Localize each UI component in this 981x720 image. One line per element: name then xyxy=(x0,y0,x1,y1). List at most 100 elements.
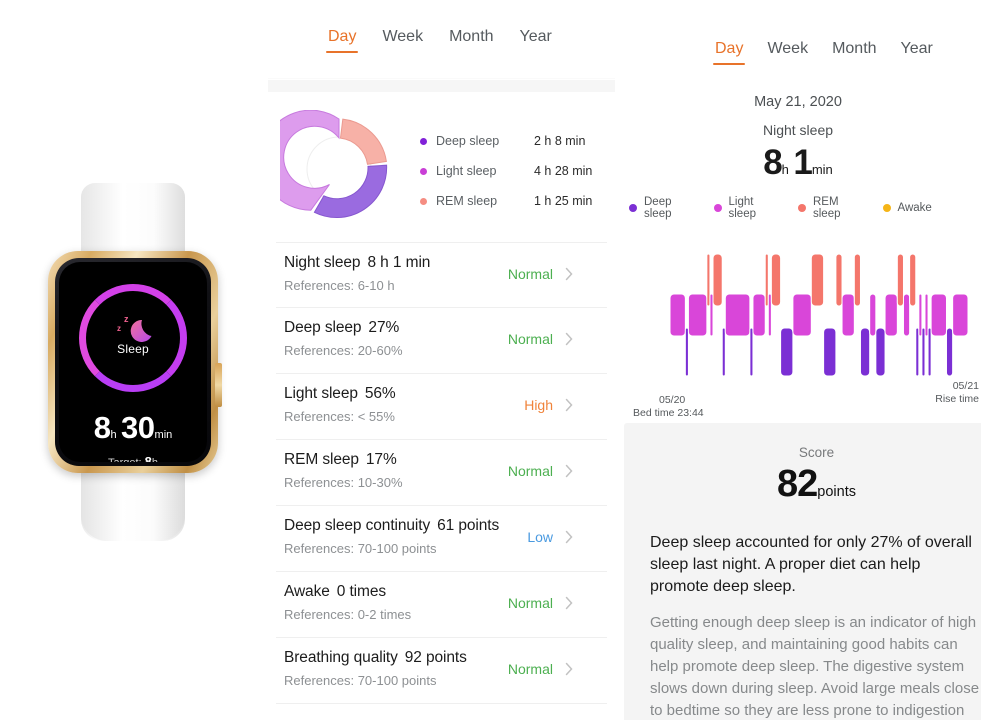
tab-year-right[interactable]: Year xyxy=(901,40,933,65)
watch-sleep-label: Sleep xyxy=(117,342,149,356)
metric-title: Awake 0 times xyxy=(284,583,607,601)
legend-value-light-sleep: 4 h 28 min xyxy=(534,164,593,178)
chevron-right-icon[interactable] xyxy=(565,332,573,351)
legend-item: Light sleep 4 h 28 min xyxy=(420,156,615,186)
watch-bezel: z z Sleep 8h 30min Target: 8h xyxy=(55,258,211,466)
chevron-right-icon[interactable] xyxy=(565,596,573,615)
sleep-advice-headline: Deep sleep accounted for only 27% of ove… xyxy=(650,534,972,595)
metric-name: Night sleep xyxy=(284,254,361,271)
chevron-right-icon[interactable] xyxy=(565,464,573,483)
table-row[interactable]: Awake 0 times References: 0-2 times Norma… xyxy=(276,572,607,638)
metric-value: 92 points xyxy=(404,649,467,666)
app-screenshot: z z Sleep 8h 30min Target: 8h xyxy=(0,0,981,720)
period-tabs-right: Day Week Month Year xyxy=(615,0,981,65)
legend-value-deep-sleep: 2 h 8 min xyxy=(534,134,586,148)
metric-title: REM sleep 17% xyxy=(284,451,607,469)
metric-reference: References: 70-100 points xyxy=(284,673,437,688)
metric-value: 0 times xyxy=(336,583,387,600)
metric-value: 61 points xyxy=(437,517,500,534)
tab-year[interactable]: Year xyxy=(520,28,552,53)
metric-value: 27% xyxy=(368,319,400,336)
rise-time-label: 05/21 Rise time xyxy=(935,380,979,406)
metric-reference: References: 6-10 h xyxy=(284,278,395,293)
donut-slice-deep-sleep xyxy=(313,164,388,218)
legend-dot-rem-sleep xyxy=(798,204,806,212)
duration-hours: 8 xyxy=(763,143,782,182)
hypnogram-legend: Deep sleep Light sleep REM sleep Awake xyxy=(615,196,981,220)
metric-name: Awake xyxy=(284,583,330,600)
section-divider xyxy=(268,78,615,92)
metric-title: Night sleep 8 h 1 min xyxy=(284,254,607,272)
chevron-right-icon[interactable] xyxy=(565,662,573,681)
legend-label-light-sleep: Light sleep xyxy=(728,196,757,220)
legend-label-awake: Awake xyxy=(897,202,932,214)
score-label: Score xyxy=(798,445,835,460)
table-row[interactable]: Night sleep 8 h 1 min References: 6-10 h … xyxy=(276,242,607,308)
table-row[interactable]: Deep sleep 27% References: 20-60% Normal xyxy=(276,308,607,374)
night-sleep-duration: 8h 1min xyxy=(615,143,981,183)
watch-duration-minutes: 30 xyxy=(121,410,155,445)
tab-month[interactable]: Month xyxy=(449,28,493,53)
chevron-right-icon[interactable] xyxy=(565,530,573,549)
duration-hours-unit: h xyxy=(781,162,789,177)
duration-minutes-unit: min xyxy=(811,162,833,177)
tab-day-right[interactable]: Day xyxy=(712,40,746,65)
legend-dot-deep-sleep xyxy=(420,137,427,145)
sleep-legend: Deep sleep 2 h 8 min Light sleep 4 h 28 … xyxy=(420,126,615,216)
sleep-donut-chart xyxy=(268,109,398,233)
table-row[interactable]: Deep sleep continuity 61 points Reference… xyxy=(276,506,607,572)
watch-case: z z Sleep 8h 30min Target: 8h xyxy=(48,251,222,473)
tab-month-right[interactable]: Month xyxy=(832,40,876,65)
tab-day[interactable]: Day xyxy=(325,28,359,53)
metric-name: Deep sleep xyxy=(284,319,362,336)
period-tabs: Day Week Month Year xyxy=(268,0,615,53)
night-sleep-panel: Day Week Month Year May 21, 2020 Night s… xyxy=(615,0,981,720)
bed-time: Bed time 23:44 xyxy=(633,407,704,419)
status-badge: High xyxy=(524,397,553,413)
table-row[interactable]: REM sleep 17% References: 10-30% Normal xyxy=(276,440,607,506)
tab-week[interactable]: Week xyxy=(382,28,423,53)
watch-side-button[interactable] xyxy=(215,363,222,407)
table-row[interactable]: Light sleep 56% References: < 55% High xyxy=(276,374,607,440)
selected-date: May 21, 2020 xyxy=(754,94,842,110)
metric-value: 17% xyxy=(365,451,397,468)
bed-time-label: 05/20 Bed time 23:44 xyxy=(633,394,704,420)
legend-label-deep-sleep: Deep sleep xyxy=(644,196,672,220)
chevron-right-icon[interactable] xyxy=(565,267,573,286)
metric-reference: References: 70-100 points xyxy=(284,541,437,556)
sleep-advice-body: Getting enough deep sleep is an indicato… xyxy=(650,614,980,719)
svg-text:z: z xyxy=(117,324,121,333)
status-badge: Normal xyxy=(507,595,553,611)
watch-display[interactable]: z z Sleep 8h 30min Target: 8h xyxy=(59,262,207,462)
metric-title: Deep sleep continuity 61 points xyxy=(284,517,607,535)
legend-item-awake: Awake xyxy=(882,196,968,220)
legend-item-deep-sleep: Deep sleep xyxy=(629,196,714,220)
metric-title: Breathing quality 92 points xyxy=(284,649,607,667)
bed-date: 05/20 xyxy=(659,394,686,406)
chevron-right-icon[interactable] xyxy=(565,398,573,417)
watch-duration-hours-unit: h xyxy=(110,429,117,441)
legend-label-deep-sleep: Deep sleep xyxy=(436,134,500,148)
watch-target-prefix: Target: xyxy=(108,457,145,462)
metric-name: Breathing quality xyxy=(284,649,398,666)
legend-dot-deep-sleep xyxy=(629,204,637,212)
tab-week-right[interactable]: Week xyxy=(767,40,808,65)
metric-reference: References: < 55% xyxy=(284,409,395,424)
metric-name: Light sleep xyxy=(284,385,358,402)
status-badge: Normal xyxy=(507,266,553,282)
legend-dot-light-sleep xyxy=(420,167,427,175)
legend-label-light-sleep: Light sleep xyxy=(436,164,497,178)
legend-dot-light-sleep xyxy=(713,204,722,212)
legend-label-rem-sleep: REM sleep xyxy=(813,196,841,220)
watch-product-image: z z Sleep 8h 30min Target: 8h xyxy=(0,0,268,720)
metric-list: Night sleep 8 h 1 min References: 6-10 h … xyxy=(268,242,615,704)
legend-dot-awake xyxy=(882,204,891,212)
sleep-stage-hypnogram-chart xyxy=(669,250,969,380)
sleep-detail-panel: Day Week Month Year Deep sleep 2 h 8 min… xyxy=(268,0,615,720)
legend-dot-rem-sleep xyxy=(420,197,427,205)
metric-title: Deep sleep 27% xyxy=(284,319,607,337)
status-badge: Normal xyxy=(507,661,553,677)
table-row[interactable]: Breathing quality 92 points References: 7… xyxy=(276,638,607,704)
metric-reference: References: 0-2 times xyxy=(284,607,412,622)
watch-sleep-duration: 8h 30min xyxy=(59,410,207,446)
